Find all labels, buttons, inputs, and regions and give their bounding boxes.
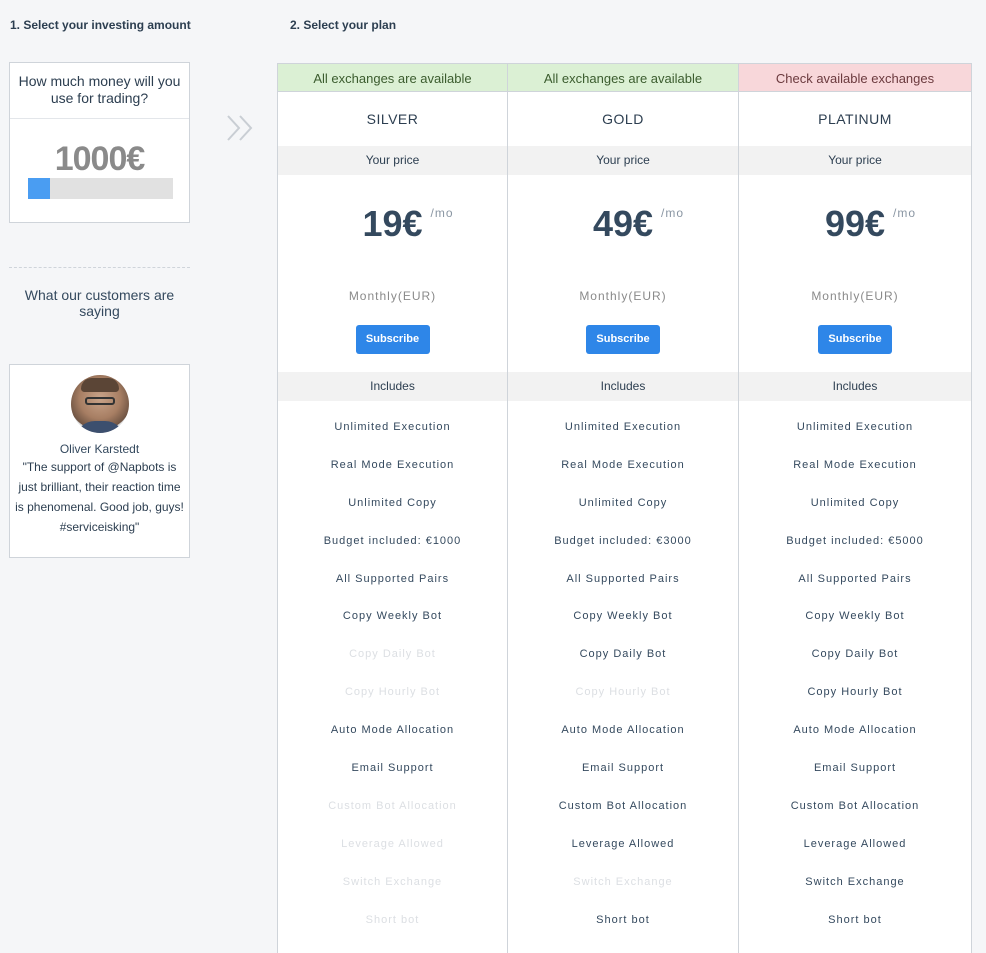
- feature-item: Budget included: €1000: [323, 534, 462, 547]
- feature-item: Custom Bot Allocation: [328, 799, 457, 812]
- feature-item: Auto Mode Allocation: [793, 724, 917, 737]
- includes-label: Includes: [508, 372, 738, 401]
- availability-badge: All exchanges are available: [278, 63, 507, 92]
- feature-item: Email Support: [813, 762, 897, 775]
- price-area: 99€ /mo Monthly(EUR) Subscribe: [739, 175, 971, 372]
- feature-item: Copy Hourly Bot: [575, 686, 671, 699]
- amount-slider[interactable]: [28, 178, 173, 199]
- amount-value: 1000€: [54, 140, 146, 178]
- feature-item: Unlimited Execution: [334, 421, 451, 433]
- plan-name: SILVER: [366, 111, 419, 127]
- feature-item: Budget included: €3000: [554, 534, 692, 547]
- price: 19€ /mo: [278, 203, 507, 245]
- plan-column-platinum: Check available exchanges PLATINUM Your pr…: [739, 63, 972, 953]
- customers-title: What our customers are saying: [24, 287, 175, 319]
- feature-item: Copy Hourly Bot: [807, 686, 903, 699]
- avatar: [70, 375, 129, 433]
- avatar-shirt: [74, 421, 125, 433]
- amount-slider-fill[interactable]: [28, 178, 50, 199]
- price-label: Your price: [508, 146, 738, 175]
- feature-item: Copy Daily Bot: [579, 648, 667, 661]
- feature-item: All Supported Pairs: [335, 572, 450, 585]
- price-period: /mo: [430, 206, 454, 220]
- billing-period: Monthly(EUR): [579, 289, 667, 303]
- plan-name: GOLD: [602, 111, 644, 127]
- feature-item: Email Support: [581, 762, 665, 775]
- billing-period: Monthly(EUR): [811, 289, 899, 303]
- feature-item: Email Support: [351, 762, 434, 775]
- feature-item: Custom Bot Allocation: [790, 799, 920, 812]
- feature-item: Switch Exchange: [805, 875, 905, 888]
- plans-table: All exchanges are available SILVER Your pr…: [277, 63, 972, 953]
- step2-title: 2. Select your plan: [290, 18, 397, 32]
- price-value: 99€: [824, 203, 886, 244]
- amount-question: How much money will you use for trading?: [10, 63, 189, 119]
- feature-item: All Supported Pairs: [566, 572, 680, 585]
- feature-item: Switch Exchange: [573, 875, 673, 888]
- plan-column-gold: All exchanges are available GOLD Your pric…: [508, 63, 739, 953]
- feature-item: Real Mode Execution: [793, 458, 917, 471]
- feature-item: Leverage Allowed: [341, 837, 444, 850]
- availability-badge: All exchanges are available: [508, 63, 738, 92]
- feature-item: Real Mode Execution: [561, 458, 685, 471]
- feature-item: Copy Weekly Bot: [573, 610, 673, 623]
- feature-item: Copy Weekly Bot: [342, 610, 443, 623]
- subscribe-button[interactable]: Subscribe: [818, 325, 892, 354]
- price-value: 19€: [362, 203, 423, 244]
- feature-item: Short bot: [365, 913, 420, 926]
- investing-amount-card: How much money will you use for trading?…: [9, 62, 190, 223]
- feature-item: Unlimited Copy: [348, 496, 437, 509]
- step1-title: 1. Select your investing amount: [10, 18, 191, 32]
- feature-item: Leverage Allowed: [803, 837, 907, 850]
- price-value: 49€: [592, 203, 654, 244]
- feature-item: Copy Hourly Bot: [344, 686, 441, 699]
- price-label: Your price: [278, 146, 507, 175]
- testimonial-name: Oliver Karstedt: [59, 442, 140, 456]
- feature-item: All Supported Pairs: [798, 572, 912, 585]
- feature-item: Copy Daily Bot: [811, 648, 899, 661]
- feature-item: Custom Bot Allocation: [558, 799, 688, 812]
- includes-label: Includes: [278, 372, 507, 401]
- avatar-hair: [80, 378, 119, 392]
- feature-item: Real Mode Execution: [330, 458, 455, 471]
- price-area: 19€ /mo Monthly(EUR) Subscribe: [278, 175, 507, 372]
- double-chevron-right-icon: [227, 115, 253, 141]
- testimonial-quote: "The support of @Napbots is just brillia…: [15, 460, 184, 534]
- feature-item: Short bot: [596, 913, 650, 926]
- feature-item: Switch Exchange: [342, 875, 443, 888]
- feature-item: Auto Mode Allocation: [561, 724, 685, 737]
- feature-item: Unlimited Copy: [810, 496, 900, 509]
- plan-column-silver: All exchanges are available SILVER Your pr…: [277, 63, 508, 953]
- price-period: /mo: [661, 206, 685, 220]
- feature-item: Auto Mode Allocation: [330, 724, 455, 737]
- subscribe-button[interactable]: Subscribe: [586, 325, 660, 354]
- feature-list: Unlimited Execution Real Mode Execution Un…: [508, 401, 738, 939]
- price: 49€ /mo: [508, 203, 738, 245]
- feature-list: Unlimited Execution Real Mode Execution Un…: [739, 401, 971, 939]
- feature-item: Unlimited Copy: [578, 496, 668, 509]
- price-period: /mo: [893, 206, 917, 220]
- availability-badge: Check available exchanges: [739, 63, 971, 92]
- price-label: Your price: [739, 146, 971, 175]
- avatar-glasses: [84, 397, 115, 405]
- feature-item: Unlimited Execution: [796, 421, 914, 433]
- feature-item: Budget included: €5000: [786, 534, 924, 547]
- feature-item: Unlimited Execution: [564, 421, 682, 433]
- feature-item: Leverage Allowed: [571, 837, 675, 850]
- section-divider: [9, 267, 190, 268]
- billing-period: Monthly(EUR): [348, 289, 437, 303]
- includes-label: Includes: [739, 372, 971, 401]
- plan-name: PLATINUM: [818, 111, 892, 127]
- price-area: 49€ /mo Monthly(EUR) Subscribe: [508, 175, 738, 372]
- subscribe-button[interactable]: Subscribe: [355, 325, 430, 354]
- feature-item: Copy Weekly Bot: [805, 610, 905, 623]
- price: 99€ /mo: [739, 203, 971, 245]
- feature-list: Unlimited Execution Real Mode Execution Un…: [278, 401, 507, 939]
- testimonial-card: Oliver Karstedt "The support of @Napbots…: [9, 364, 190, 558]
- feature-item: Copy Daily Bot: [349, 648, 436, 661]
- feature-item: Short bot: [828, 913, 882, 926]
